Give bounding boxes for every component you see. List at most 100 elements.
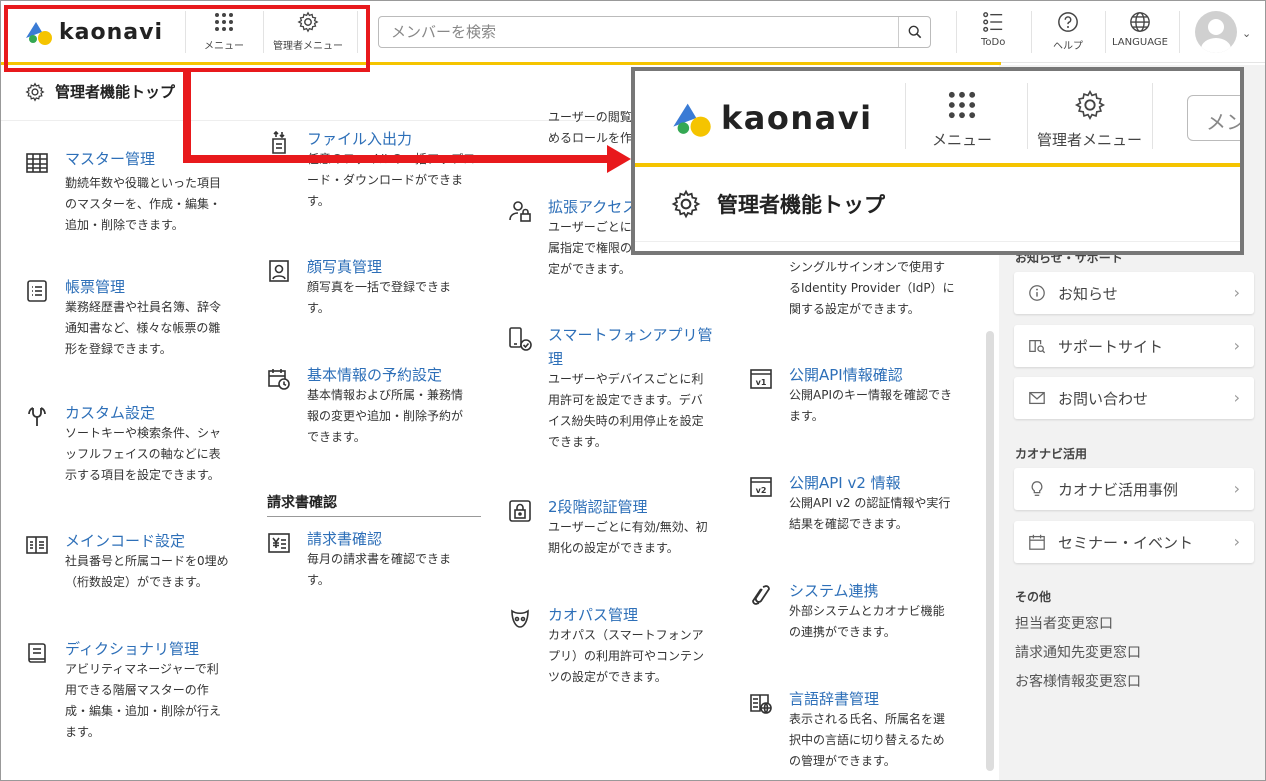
file-io-link[interactable]: ファイル入出力 bbox=[307, 127, 412, 151]
language-dictionary-link[interactable]: 言語辞書管理 bbox=[789, 687, 879, 711]
language-dictionary-item: 言語辞書管理 表示される氏名、所属名を選 択中の言語に切り替えるため の管理ができま… bbox=[749, 687, 964, 777]
custom-settings-link[interactable]: カスタム設定 bbox=[65, 401, 155, 425]
reservation-settings-link[interactable]: 基本情報の予約設定 bbox=[307, 363, 442, 387]
invoice-item: 請求書確認 毎月の請求書を確認できま す。 bbox=[267, 527, 482, 597]
info-icon bbox=[1029, 285, 1045, 301]
item-desc: ユーザーごとに 属指定で権限の 定ができます。 bbox=[548, 220, 633, 276]
kaonavi-logo: kaonavi bbox=[669, 95, 873, 141]
chevron-down-icon[interactable]: ⌄ bbox=[1242, 27, 1251, 40]
mail-icon bbox=[1029, 391, 1045, 405]
callout-arrow-head bbox=[607, 145, 631, 173]
item-desc: カオパス（スマートフォンア プリ）の利用許可やコンテン ツの設定ができます。 bbox=[548, 628, 705, 684]
support-site-card[interactable]: サポートサイト › bbox=[1014, 325, 1254, 367]
divider bbox=[635, 241, 1240, 242]
item-desc: 顔写真を一括で登録できま す。 bbox=[307, 280, 452, 315]
divider bbox=[1179, 11, 1180, 53]
todo-label: ToDo bbox=[981, 37, 1006, 48]
item-desc: 社員番号と所属コードを0埋め （桁数設定）ができます。 bbox=[65, 554, 229, 589]
code-icon bbox=[25, 533, 49, 557]
system-integration-link[interactable]: システム連携 bbox=[789, 579, 879, 603]
todo-button[interactable]: ToDo bbox=[981, 11, 1005, 48]
custom-settings-item: カスタム設定 ソートキーや検索条件、シャ ッフルフェイスの軸などに表 示する項目を設… bbox=[25, 401, 245, 491]
chevron-right-icon: › bbox=[1233, 283, 1240, 302]
two-factor-link[interactable]: 2段階認証管理 bbox=[548, 495, 648, 519]
kaopass-item: カオパス管理 カオパス（スマートフォンア プリ）の利用許可やコンテン ツの設定ができ… bbox=[508, 603, 723, 693]
zoom-callout: kaonavi メニュー 管理者メニュー メン 管理者機能トップ bbox=[631, 67, 1244, 255]
customer-info-change-link[interactable]: お客様情報変更窓口 bbox=[1015, 671, 1141, 691]
kaopass-link[interactable]: カオパス管理 bbox=[548, 603, 638, 627]
public-api-link[interactable]: 公開API情報確認 bbox=[789, 363, 903, 387]
chevron-right-icon: › bbox=[1233, 479, 1240, 498]
billing-section-header: 請求書確認 bbox=[267, 492, 481, 517]
card-label: カオナビ活用事例 bbox=[1058, 480, 1179, 499]
table-icon bbox=[25, 151, 49, 175]
item-desc: ユーザーの閲覧 めるロールを作 bbox=[548, 110, 633, 145]
main-scrollbar[interactable] bbox=[986, 331, 994, 771]
card-label: お知らせ bbox=[1058, 284, 1118, 303]
public-api-v2-link[interactable]: 公開API v2 情報 bbox=[789, 471, 901, 495]
page-title: 管理者機能トップ bbox=[55, 83, 176, 101]
kaonavi-logo-icon bbox=[673, 103, 711, 137]
search-button[interactable] bbox=[898, 17, 930, 47]
search-icon bbox=[908, 25, 921, 39]
usage-section-label: カオナビ活用 bbox=[1015, 447, 1088, 461]
member-search bbox=[378, 16, 931, 48]
portrait-icon bbox=[267, 259, 291, 283]
admin-menu-button: 管理者メニュー bbox=[1037, 89, 1142, 150]
logo-text: kaonavi bbox=[721, 99, 873, 137]
other-section-label: その他 bbox=[1015, 590, 1052, 604]
callout-arrow bbox=[183, 71, 191, 163]
globe-icon bbox=[1130, 12, 1150, 32]
api-v1-icon: v1 bbox=[749, 367, 773, 391]
gear-icon bbox=[671, 189, 701, 219]
invoice-link[interactable]: 請求書確認 bbox=[307, 527, 382, 551]
search-input[interactable] bbox=[379, 17, 899, 47]
public-api-item: v1 公開API情報確認 公開APIのキー情報を確認でき ます。 bbox=[749, 363, 964, 433]
help-button[interactable]: ヘルプ bbox=[1053, 11, 1083, 52]
dictionary-management-item: ディクショナリ管理 アビリティマネージャーで利 用できる階層マスターの作 成・編集・… bbox=[25, 637, 245, 747]
calendar-icon bbox=[1029, 534, 1045, 550]
seminar-card[interactable]: セミナー・イベント › bbox=[1014, 521, 1254, 563]
card-label: お問い合わせ bbox=[1058, 389, 1149, 408]
breadcrumb: 管理者機能トップ bbox=[671, 189, 885, 219]
usage-cases-card[interactable]: カオナビ活用事例 › bbox=[1014, 468, 1254, 510]
language-button[interactable]: LANGUAGE bbox=[1112, 11, 1168, 48]
user-lock-icon bbox=[508, 199, 532, 223]
extended-access-link[interactable]: 拡張アクセス bbox=[548, 195, 637, 219]
photo-management-link[interactable]: 顔写真管理 bbox=[307, 255, 382, 279]
item-desc: 公開API v2 の認証情報や実行 結果を確認できます。 bbox=[789, 496, 951, 531]
contact-card[interactable]: お問い合わせ › bbox=[1014, 377, 1254, 419]
billing-contact-change-link[interactable]: 請求通知先変更窓口 bbox=[1015, 642, 1141, 662]
divider bbox=[1152, 83, 1153, 149]
language-label: LANGUAGE bbox=[1112, 37, 1168, 48]
page-title: 管理者機能トップ bbox=[717, 193, 885, 217]
svg-text:v2: v2 bbox=[756, 486, 767, 495]
chevron-right-icon: › bbox=[1233, 388, 1240, 407]
user-silhouette-icon bbox=[1201, 19, 1231, 53]
book-icon bbox=[25, 641, 49, 665]
kaopass-icon bbox=[508, 607, 532, 631]
news-card[interactable]: お知らせ › bbox=[1014, 272, 1254, 314]
master-management-link[interactable]: マスター管理 bbox=[65, 147, 155, 171]
chevron-right-icon: › bbox=[1233, 532, 1240, 551]
smartphone-app-item: スマートフォンアプリ管理 ユーザーやデバイスごとに利 用許可を設定できます。デバイ… bbox=[508, 323, 723, 453]
smartphone-app-link[interactable]: スマートフォンアプリ管理 bbox=[548, 323, 718, 371]
chevron-right-icon: › bbox=[1233, 336, 1240, 355]
gear-icon bbox=[1074, 89, 1105, 121]
reservation-settings-item: 基本情報の予約設定 基本情報および所属・兼務情 報の変更や追加・削除予約が できます… bbox=[267, 363, 482, 453]
zoom-header: kaonavi メニュー 管理者メニュー メン bbox=[635, 71, 1240, 163]
help-label: ヘルプ bbox=[1053, 41, 1083, 52]
avatar[interactable] bbox=[1195, 11, 1237, 53]
highlight-box bbox=[4, 5, 370, 72]
book-search-icon bbox=[1029, 339, 1046, 354]
checklist-icon bbox=[983, 12, 1003, 32]
sso-item-partial: シングルサインオンで使用す るIdentity Provider（IdP）に 関する… bbox=[749, 257, 964, 327]
contact-change-link[interactable]: 担当者変更窓口 bbox=[1015, 613, 1113, 633]
form-management-link[interactable]: 帳票管理 bbox=[65, 275, 125, 299]
main-code-settings-link[interactable]: メインコード設定 bbox=[65, 529, 185, 553]
menu-label: メニュー bbox=[932, 131, 993, 149]
dictionary-management-link[interactable]: ディクショナリ管理 bbox=[65, 637, 199, 661]
public-api-v2-item: v2 公開API v2 情報 公開API v2 の認証情報や実行 結果を確認できま… bbox=[749, 471, 964, 541]
language-book-icon bbox=[749, 691, 773, 715]
phone-check-icon bbox=[508, 327, 532, 351]
